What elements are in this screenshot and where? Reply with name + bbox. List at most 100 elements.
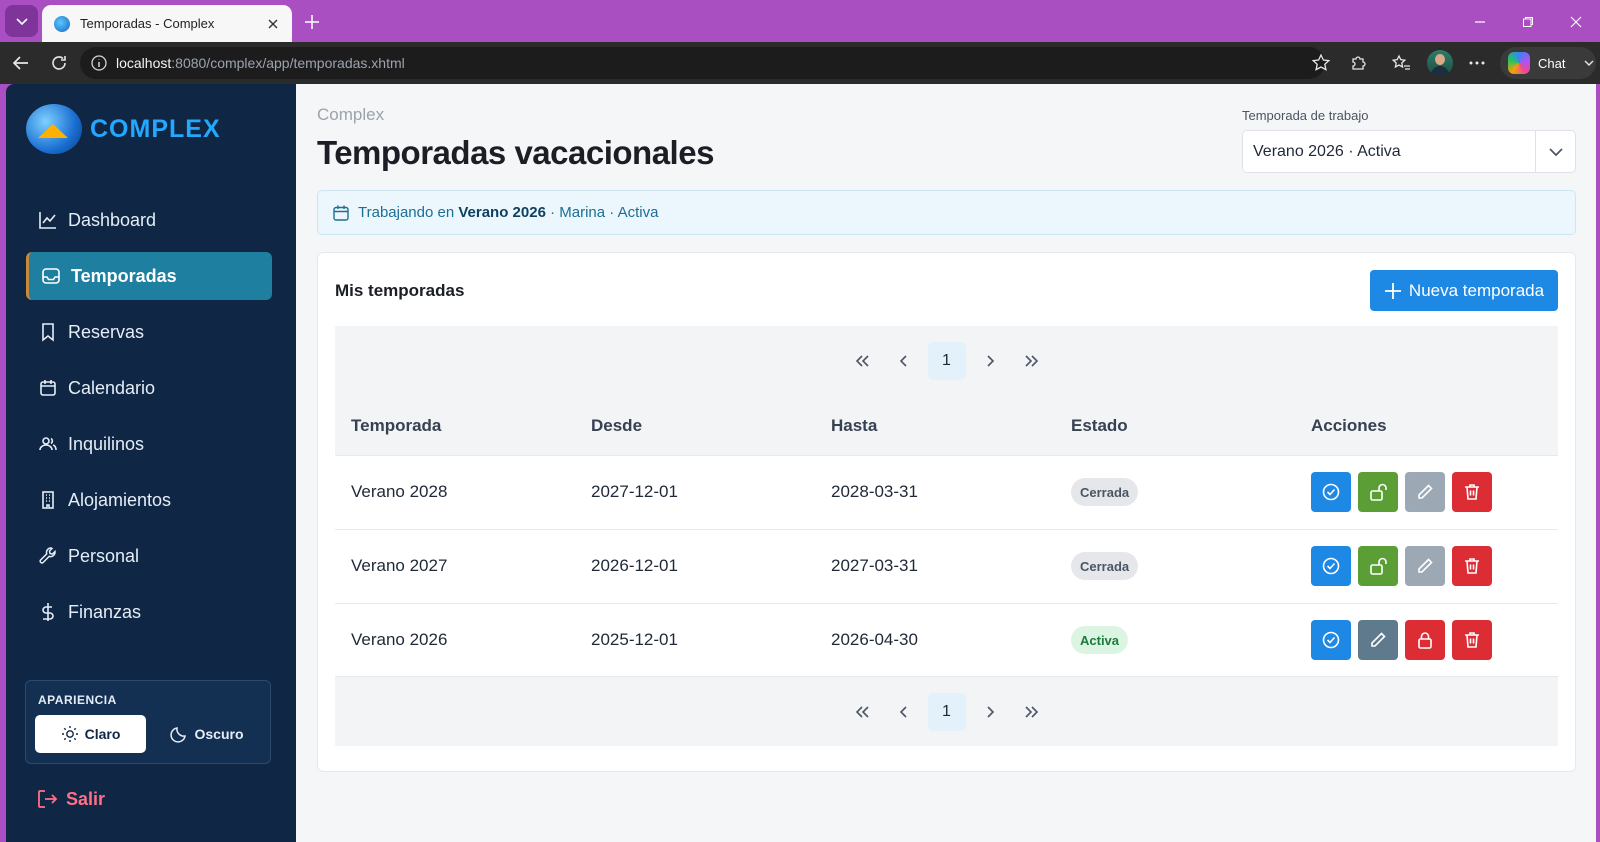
check-circle-icon	[1322, 483, 1340, 501]
more-options-button[interactable]	[1464, 50, 1490, 76]
trash-icon	[1465, 632, 1479, 648]
sidebar-item-label: Calendario	[68, 377, 156, 398]
sidebar-item-temporadas[interactable]: Temporadas	[26, 252, 272, 300]
logout-icon	[38, 790, 58, 808]
tab-list-button[interactable]	[5, 5, 38, 37]
season-from: 2026-12-01	[591, 556, 678, 575]
browser-tab[interactable]: Temporadas - Complex	[42, 5, 292, 42]
card-title: Mis temporadas	[335, 281, 465, 300]
column-header-temporada[interactable]: Temporada	[351, 416, 441, 436]
edit-button[interactable]	[1405, 546, 1445, 586]
season-name: Verano 2027	[351, 556, 448, 575]
tab-close-button[interactable]	[264, 15, 282, 33]
edit-button[interactable]	[1358, 620, 1398, 660]
table-header: Temporada Desde Hasta Estado Acciones	[335, 396, 1558, 456]
arrow-left-icon	[12, 56, 28, 70]
copilot-chat-button[interactable]: Chat	[1500, 47, 1596, 79]
banner-suffix: · Marina · Activa	[550, 204, 659, 221]
restore-button[interactable]	[1516, 10, 1540, 34]
copilot-icon	[1508, 52, 1530, 74]
favorites-button[interactable]	[1388, 50, 1414, 76]
activate-button[interactable]	[1311, 620, 1351, 660]
next-page-button[interactable]	[971, 342, 1009, 380]
new-season-label: Nueva temporada	[1408, 280, 1545, 300]
extensions-button[interactable]	[1346, 50, 1372, 76]
unlock-button[interactable]	[1358, 546, 1398, 586]
light-theme-label: Claro	[84, 726, 121, 742]
delete-button[interactable]	[1452, 472, 1492, 512]
column-header-desde[interactable]: Desde	[591, 416, 642, 436]
column-header-hasta[interactable]: Hasta	[831, 416, 877, 436]
chevrons-left-icon	[855, 355, 869, 367]
work-season-dropdown-trigger[interactable]	[1535, 131, 1575, 172]
close-window-button[interactable]	[1564, 10, 1588, 34]
chevron-down-icon	[1584, 60, 1594, 66]
sidebar-item-alojamientos[interactable]: Alojamientos	[26, 476, 272, 524]
sidebar-item-finanzas[interactable]: Finanzas	[26, 588, 272, 636]
first-page-button[interactable]	[843, 693, 881, 731]
activate-button[interactable]	[1311, 472, 1351, 512]
new-tab-button[interactable]	[300, 10, 324, 34]
sun-icon	[61, 726, 78, 742]
unlock-icon	[1370, 557, 1387, 575]
chevrons-right-icon	[1024, 355, 1038, 367]
last-page-button[interactable]	[1013, 693, 1051, 731]
sidebar-item-reservas[interactable]: Reservas	[26, 308, 272, 356]
inbox-icon	[42, 268, 60, 284]
sidebar-item-personal[interactable]: Personal	[26, 532, 272, 580]
status-badge: Activa	[1071, 626, 1129, 654]
row-actions	[1311, 472, 1499, 512]
sidebar-item-inquilinos[interactable]: Inquilinos	[26, 420, 272, 468]
banner-season: Verano 2026	[458, 204, 546, 221]
edit-button[interactable]	[1405, 472, 1445, 512]
season-to: 2026-04-30	[831, 630, 918, 649]
address-bar[interactable]: localhost:8080/complex/app/temporadas.xh…	[80, 47, 1325, 79]
activate-button[interactable]	[1311, 546, 1351, 586]
calendar-icon	[40, 380, 56, 396]
sidebar-item-label: Dashboard	[68, 209, 157, 230]
first-page-button[interactable]	[843, 342, 881, 380]
main-content: Complex Temporadas vacacionales Temporad…	[296, 84, 1596, 842]
prev-page-button[interactable]	[885, 342, 923, 380]
breadcrumb[interactable]: Complex	[317, 105, 384, 125]
url-text: localhost:8080/complex/app/temporadas.xh…	[116, 55, 405, 71]
delete-button[interactable]	[1452, 546, 1492, 586]
favorite-button[interactable]	[1308, 50, 1334, 76]
prev-page-button[interactable]	[885, 693, 923, 731]
next-page-button[interactable]	[971, 693, 1009, 731]
paginator-bottom: 1	[335, 676, 1558, 746]
lock-icon	[1418, 632, 1432, 649]
globe-logo-icon	[26, 104, 82, 154]
light-theme-button[interactable]: Claro	[35, 715, 146, 753]
dark-theme-button[interactable]: Oscuro	[150, 715, 264, 753]
season-from: 2027-12-01	[591, 482, 678, 501]
logout-button[interactable]: Salir	[36, 788, 105, 810]
star-icon	[1311, 53, 1331, 71]
page-number-button[interactable]: 1	[927, 692, 966, 731]
last-page-button[interactable]	[1013, 342, 1051, 380]
delete-button[interactable]	[1452, 620, 1492, 660]
minimize-icon	[1475, 21, 1485, 23]
appearance-panel: APARIENCIA Claro Oscuro	[25, 680, 271, 764]
pencil-icon	[1418, 558, 1433, 573]
column-header-estado[interactable]: Estado	[1071, 416, 1128, 436]
new-season-button[interactable]: Nueva temporada	[1370, 270, 1558, 311]
sidebar-item-label: Reservas	[68, 321, 145, 342]
work-season-select[interactable]: Verano 2026 · Activa	[1242, 130, 1576, 173]
minimize-button[interactable]	[1468, 10, 1492, 34]
trash-icon	[1465, 558, 1479, 574]
app-logo[interactable]: COMPLEX	[26, 104, 221, 154]
close-icon	[1570, 16, 1582, 28]
sidebar-item-dashboard[interactable]: Dashboard	[26, 196, 272, 244]
status-badge: Cerrada	[1071, 478, 1139, 506]
season-from: 2025-12-01	[591, 630, 678, 649]
sidebar-item-calendario[interactable]: Calendario	[26, 364, 272, 412]
unlock-button[interactable]	[1358, 472, 1398, 512]
back-button[interactable]	[9, 51, 33, 75]
close-icon	[268, 19, 278, 28]
row-actions	[1311, 620, 1499, 660]
reload-button[interactable]	[47, 51, 71, 75]
page-number-button[interactable]: 1	[927, 342, 966, 380]
profile-avatar[interactable]	[1427, 50, 1453, 76]
lock-button[interactable]	[1405, 620, 1445, 660]
